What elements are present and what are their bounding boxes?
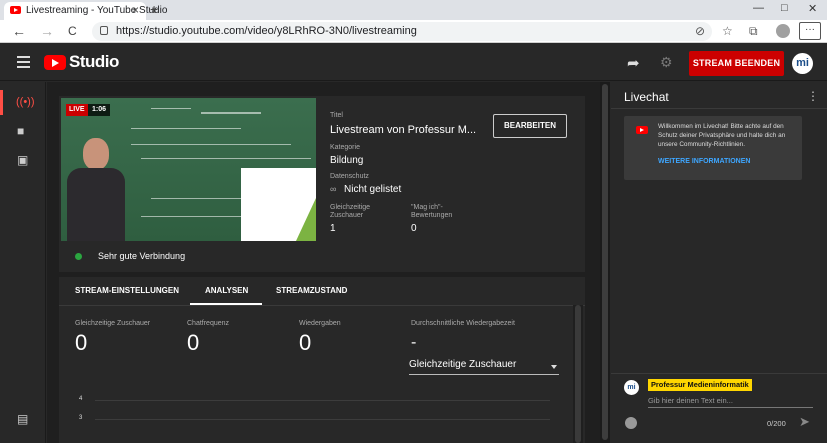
edit-button[interactable]: BEARBEITEN xyxy=(493,114,567,138)
browser-toolbar: ← → C https://studio.youtube.com/video/y… xyxy=(0,20,827,43)
tab-close-icon[interactable]: × xyxy=(132,3,139,17)
title-label: Titel xyxy=(330,112,343,119)
y-tick: 3 xyxy=(79,415,83,421)
minimize-icon[interactable]: — xyxy=(753,2,764,14)
live-icon[interactable]: ((•)) xyxy=(16,96,35,108)
chevron-down-icon xyxy=(551,365,557,369)
metric-label-chatrate: Chatfrequenz xyxy=(187,320,230,327)
connection-status-icon xyxy=(75,253,82,260)
tab-analytics[interactable]: ANALYSEN xyxy=(205,286,248,295)
tracking-icon[interactable]: ⊘ xyxy=(695,24,705,38)
collections-icon[interactable]: ⧉ xyxy=(749,24,758,39)
concurrent-label-1: Gleichzeitige xyxy=(330,204,371,211)
category-value: Bildung xyxy=(330,155,364,166)
left-rail: ((•)) ■ ▣ ▤ xyxy=(0,82,46,443)
concurrent-value: 1 xyxy=(330,223,336,234)
panel-scrollbar[interactable] xyxy=(600,82,610,443)
channel-avatar[interactable]: mi xyxy=(792,53,813,74)
metric-value-concurrent: 0 xyxy=(75,330,88,355)
tabs-divider xyxy=(59,305,585,306)
chat-header-divider xyxy=(611,108,827,109)
chat-user-avatar: mi xyxy=(624,380,639,395)
link-icon: ∞ xyxy=(330,184,337,194)
metric-label-avg-watch: Durchschnittliche Wiedergabezeit xyxy=(411,320,515,327)
metric-label-concurrent: Gleichzeitige Zuschauer xyxy=(75,320,151,327)
welcome-text: Willkommen im Livechat! Bitte achte auf … xyxy=(658,123,786,148)
favorites-star-icon[interactable]: ☆ xyxy=(722,24,733,38)
back-icon[interactable]: ← xyxy=(12,23,26,39)
send-icon[interactable]: ➤ xyxy=(799,414,810,430)
metric-dropdown[interactable]: Gleichzeitige Zuschauer xyxy=(409,358,559,375)
studio-header: Studio ➦ ⚙ STREAM BEENDEN mi xyxy=(0,44,827,113)
main-scrollbar[interactable] xyxy=(573,305,583,443)
feedback-icon[interactable]: ▤ xyxy=(17,412,28,426)
youtube-favicon-icon xyxy=(10,6,21,14)
presenter-image xyxy=(61,138,131,241)
chat-message-input[interactable] xyxy=(648,394,813,408)
metric-value-views: 0 xyxy=(299,330,312,355)
likes-value: 0 xyxy=(411,223,417,234)
more-info-link[interactable]: WEITERE INFORMATIONEN xyxy=(658,158,750,165)
studio-logo-text[interactable]: Studio xyxy=(69,52,119,72)
slide-thumbnail xyxy=(241,168,316,241)
youtube-logo-icon[interactable] xyxy=(44,55,66,70)
camera-icon[interactable]: ■ xyxy=(17,124,24,138)
close-window-icon[interactable]: ✕ xyxy=(808,2,817,15)
reload-icon[interactable]: C xyxy=(68,24,77,38)
live-badge: LIVE xyxy=(66,104,88,116)
forward-icon[interactable]: → xyxy=(40,23,54,39)
hamburger-icon[interactable] xyxy=(17,56,30,71)
grid-line xyxy=(95,400,550,401)
chat-user-name: Professur Medieninformatik xyxy=(648,379,752,391)
calendar-icon[interactable]: ▣ xyxy=(17,153,28,167)
tab-title: Livestreaming - YouTube Studio xyxy=(26,5,168,16)
new-tab-button[interactable]: + xyxy=(150,1,158,17)
char-counter: 0/200 xyxy=(767,419,786,428)
emoji-icon[interactable] xyxy=(625,417,637,429)
more-vert-icon[interactable]: ⋮ xyxy=(807,89,819,103)
profile-avatar[interactable] xyxy=(776,24,790,38)
concurrent-label-2: Zuschauer xyxy=(330,212,364,219)
title-value: Livestream von Professur M... xyxy=(330,124,477,136)
maximize-icon[interactable]: □ xyxy=(781,2,788,14)
address-bar[interactable]: https://studio.youtube.com/video/y8LRhRO… xyxy=(92,22,712,41)
url-text[interactable]: https://studio.youtube.com/video/y8LRhRO… xyxy=(116,25,417,37)
privacy-label: Datenschutz xyxy=(330,173,369,180)
likes-label-1: "Mag ich"- xyxy=(411,204,443,211)
video-preview[interactable] xyxy=(61,98,316,241)
connection-status: Sehr gute Verbindung xyxy=(98,251,186,261)
rail-active-indicator xyxy=(0,90,3,115)
metric-value-chatrate: 0 xyxy=(187,330,200,355)
settings-icon[interactable]: ⚙ xyxy=(660,54,673,71)
chat-title: Livechat xyxy=(624,90,669,104)
browser-tab-strip: Livestreaming - YouTube Studio × + — □ ✕ xyxy=(0,0,827,20)
share-icon[interactable]: ➦ xyxy=(627,54,640,72)
dropdown-selected: Gleichzeitige Zuschauer xyxy=(409,359,517,370)
youtube-icon xyxy=(636,126,648,134)
category-label: Kategorie xyxy=(330,144,360,151)
chat-welcome-message: Willkommen im Livechat! Bitte achte auf … xyxy=(624,116,802,180)
grid-line xyxy=(95,419,550,420)
metric-value-avg-watch: - xyxy=(411,334,417,351)
tab-stream-settings[interactable]: STREAM-EINSTELLUNGEN xyxy=(75,286,179,295)
lock-icon xyxy=(100,26,108,35)
elapsed-time: 1:06 xyxy=(88,104,111,116)
y-tick: 4 xyxy=(79,396,83,402)
privacy-value: Nicht gelistet xyxy=(344,184,402,195)
likes-label-2: Bewertungen xyxy=(411,212,453,219)
metric-label-views: Wiedergaben xyxy=(299,320,341,327)
browser-tab[interactable]: Livestreaming - YouTube Studio × xyxy=(4,2,167,20)
browser-menu-button[interactable]: ··· xyxy=(799,22,821,40)
end-stream-button[interactable]: STREAM BEENDEN xyxy=(689,51,784,76)
tab-stream-health[interactable]: STREAMZUSTAND xyxy=(276,286,347,295)
